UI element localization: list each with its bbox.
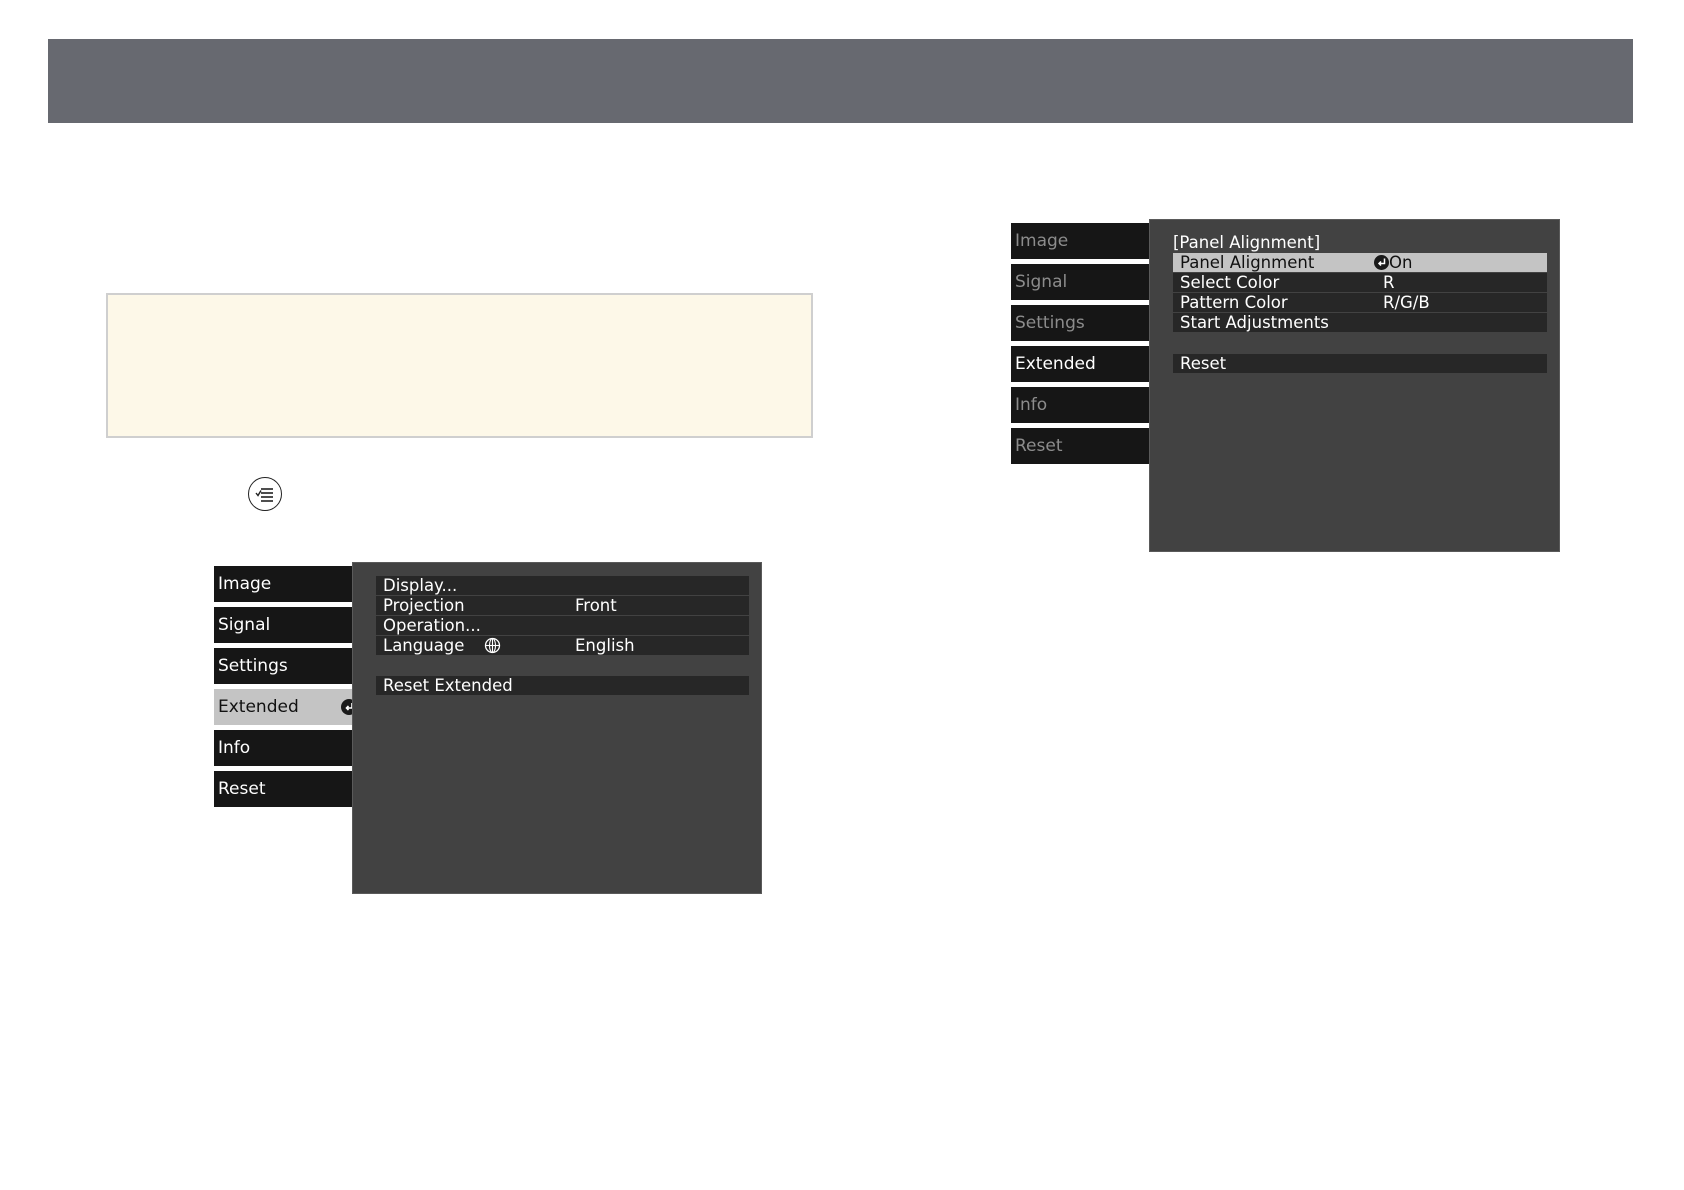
- menu-item-start-adjustments[interactable]: Start Adjustments: [1173, 313, 1547, 332]
- tab-label: Info: [218, 738, 251, 758]
- header-bar: [48, 39, 1633, 123]
- osd-content-panel: Display... Projection Front Operation...…: [352, 562, 762, 894]
- item-label: Projection: [383, 596, 465, 615]
- menu-item-select-color[interactable]: Select Color R: [1173, 273, 1547, 292]
- manual-page: Image Signal Settings Extended Info Rese…: [0, 0, 1684, 1190]
- item-label: Language: [383, 636, 465, 655]
- tab-extended[interactable]: Extended: [214, 689, 363, 725]
- enter-icon: [1374, 255, 1389, 270]
- tab-label: Extended: [218, 697, 299, 717]
- item-label: Operation...: [383, 616, 481, 635]
- tab-signal[interactable]: Signal: [214, 607, 352, 643]
- menu-item-reset-extended[interactable]: Reset Extended: [376, 676, 749, 695]
- item-label: Display...: [383, 576, 458, 595]
- tab-settings[interactable]: Settings: [214, 648, 352, 684]
- tab-extended[interactable]: Extended: [1011, 346, 1160, 382]
- tab-image[interactable]: Image: [1011, 223, 1149, 259]
- item-label: Select Color: [1180, 273, 1280, 292]
- globe-icon: [484, 637, 501, 654]
- item-value: R: [1383, 273, 1395, 292]
- menu-item-pattern-color[interactable]: Pattern Color R/G/B: [1173, 293, 1547, 312]
- tab-image[interactable]: Image: [214, 566, 352, 602]
- tab-label: Info: [1015, 395, 1048, 415]
- menu-item-panel-alignment[interactable]: Panel Alignment On: [1173, 253, 1547, 272]
- tab-label: Settings: [218, 656, 288, 676]
- tab-label: Settings: [1015, 313, 1085, 333]
- tab-label: Image: [218, 574, 272, 594]
- tab-signal[interactable]: Signal: [1011, 264, 1149, 300]
- item-value: R/G/B: [1383, 293, 1430, 312]
- tab-reset[interactable]: Reset: [214, 771, 352, 807]
- menu-item-reset[interactable]: Reset: [1173, 354, 1547, 373]
- item-value: English: [575, 636, 635, 655]
- item-label: Panel Alignment: [1180, 253, 1315, 272]
- tab-reset[interactable]: Reset: [1011, 428, 1149, 464]
- tab-label: Reset: [1015, 436, 1063, 456]
- item-label: Reset: [1180, 354, 1227, 373]
- osd-content-panel: [Panel Alignment] Panel Alignment On Sel…: [1149, 219, 1560, 552]
- tab-label: Reset: [218, 779, 266, 799]
- tab-label: Signal: [1015, 272, 1068, 292]
- menu-item-projection[interactable]: Projection Front: [376, 596, 749, 615]
- submenu-title: [Panel Alignment]: [1173, 233, 1321, 252]
- tab-label: Image: [1015, 231, 1069, 251]
- item-label: Pattern Color: [1180, 293, 1288, 312]
- tab-label: Signal: [218, 615, 271, 635]
- menu-item-operation[interactable]: Operation...: [376, 616, 749, 635]
- menu-button-icon: [248, 477, 282, 511]
- tab-info[interactable]: Info: [1011, 387, 1149, 423]
- item-label: Start Adjustments: [1180, 313, 1329, 332]
- menu-item-display[interactable]: Display...: [376, 576, 749, 595]
- item-label: Reset Extended: [383, 676, 513, 695]
- menu-item-language[interactable]: Language English: [376, 636, 749, 655]
- item-value: Front: [575, 596, 617, 615]
- tab-info[interactable]: Info: [214, 730, 352, 766]
- item-value: On: [1389, 253, 1413, 272]
- tab-settings[interactable]: Settings: [1011, 305, 1149, 341]
- tab-label: Extended: [1015, 354, 1096, 374]
- note-box: [106, 293, 813, 438]
